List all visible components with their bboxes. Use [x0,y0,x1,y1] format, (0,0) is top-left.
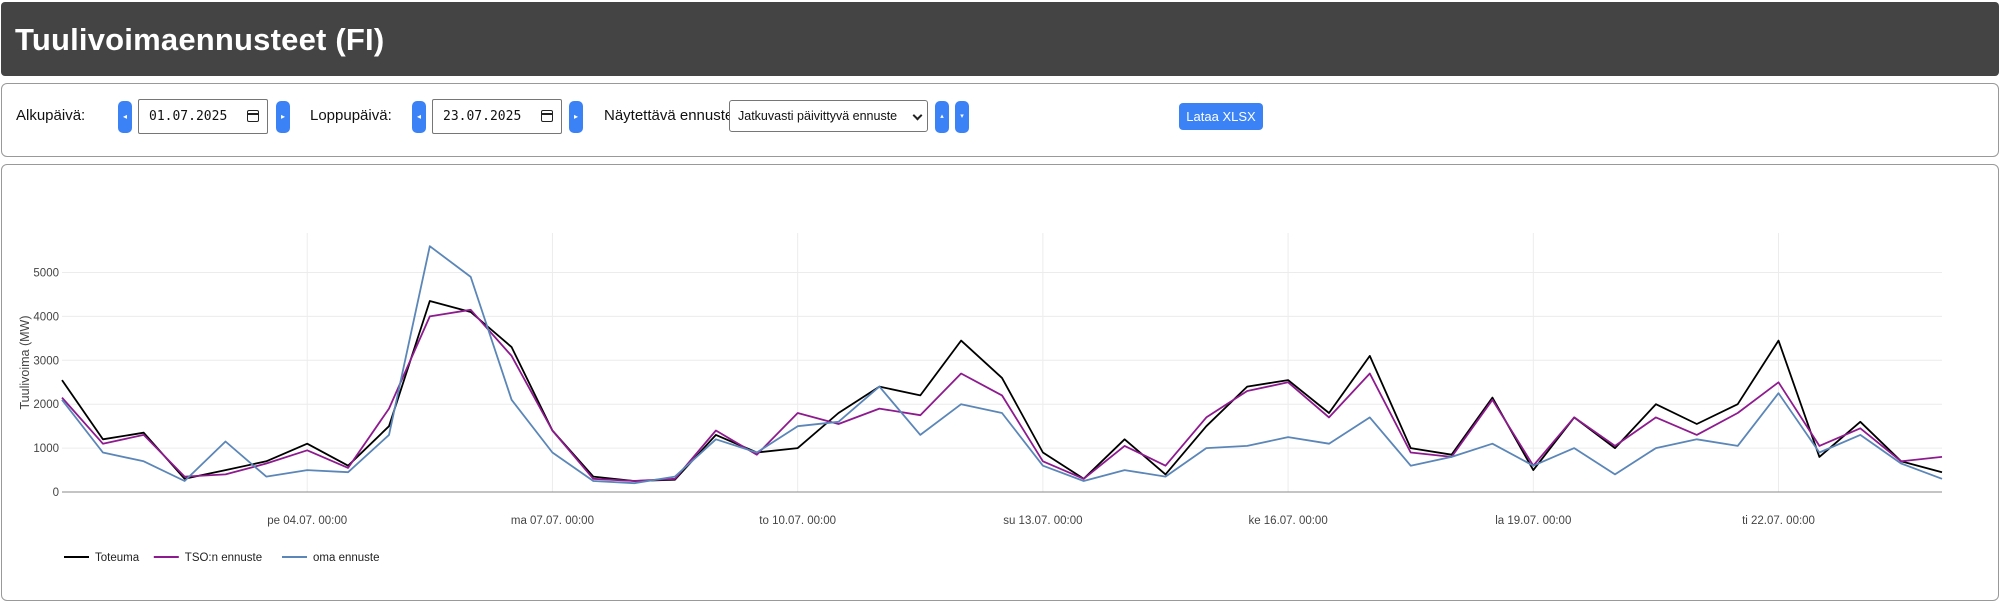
forecast-selected-value: Jatkuvasti päivittyvä ennuste [738,109,898,123]
end-date-input[interactable]: 23.07.2025 [432,99,562,134]
start-date-next-button[interactable]: ▸ [276,101,290,133]
page-title: Tuulivoimaennusteet (FI) [15,22,385,57]
forecast-prev-button[interactable]: ▴ [935,101,949,133]
chart-panel: 0 1000 2000 3000 4000 5000 pe 04.07. 00:00 ma … [1,164,1999,601]
wind-power-chart[interactable]: 0 1000 2000 3000 4000 5000 pe 04.07. 00:00 ma … [2,165,1998,600]
y-tick-label: 3000 [33,355,59,367]
chart-legend[interactable]: Toteuma TSO:n ennuste oma ennuste [64,552,380,564]
app-header: Tuulivoimaennusteet (FI) [1,2,1999,76]
end-date-next-button[interactable]: ▸ [569,101,583,133]
y-tick-label: 4000 [33,311,59,323]
y-tick-label: 2000 [33,399,59,411]
y-tick-label: 1000 [33,443,59,455]
chart-grid [62,233,1942,492]
series-line [61,308,1943,482]
end-date-label: Loppupäivä: [310,107,392,124]
y-tick-label: 0 [53,487,59,499]
calendar-icon[interactable] [247,110,259,122]
start-date-label: Alkupäivä: [16,107,86,124]
x-tick-label: ma 07.07. 00:00 [511,515,594,527]
controls-panel: Alkupäivä: ◂ 01.07.2025 ▸ Loppupäivä: ◂ … [1,83,1999,157]
legend-item-label[interactable]: TSO:n ennuste [185,552,262,564]
series-line [61,300,1943,482]
y-axis-ticks: 0 1000 2000 3000 4000 5000 [33,268,59,499]
x-axis-ticks: pe 04.07. 00:00 ma 07.07. 00:00 to 10.07. … [267,515,1815,527]
y-axis-label: Tuulivoima (MW) [18,316,32,410]
end-date-prev-button[interactable]: ◂ [412,101,426,133]
x-tick-label: pe 04.07. 00:00 [267,515,347,527]
x-tick-label: to 10.07. 00:00 [759,515,836,527]
x-tick-label: ke 16.07. 00:00 [1248,515,1327,527]
y-tick-label: 5000 [33,268,59,280]
forecast-select[interactable]: Jatkuvasti päivittyvä ennuste [729,100,928,132]
forecast-label: Näytettävä ennuste [604,107,734,124]
x-tick-label: la 19.07. 00:00 [1495,515,1571,527]
forecast-next-button[interactable]: ▾ [955,101,969,133]
legend-item-label[interactable]: oma ennuste [313,552,380,564]
legend-item-label[interactable]: Toteuma [95,552,140,564]
start-date-input[interactable]: 01.07.2025 [138,99,268,134]
calendar-icon[interactable] [541,110,553,122]
x-tick-label: ti 22.07. 00:00 [1742,515,1815,527]
download-xlsx-button[interactable]: Lataa XLSX [1179,103,1263,130]
x-tick-label: su 13.07. 00:00 [1003,515,1082,527]
end-date-value: 23.07.2025 [443,109,522,124]
start-date-value: 01.07.2025 [149,109,228,124]
start-date-prev-button[interactable]: ◂ [118,101,132,133]
chevron-down-icon [912,110,923,121]
